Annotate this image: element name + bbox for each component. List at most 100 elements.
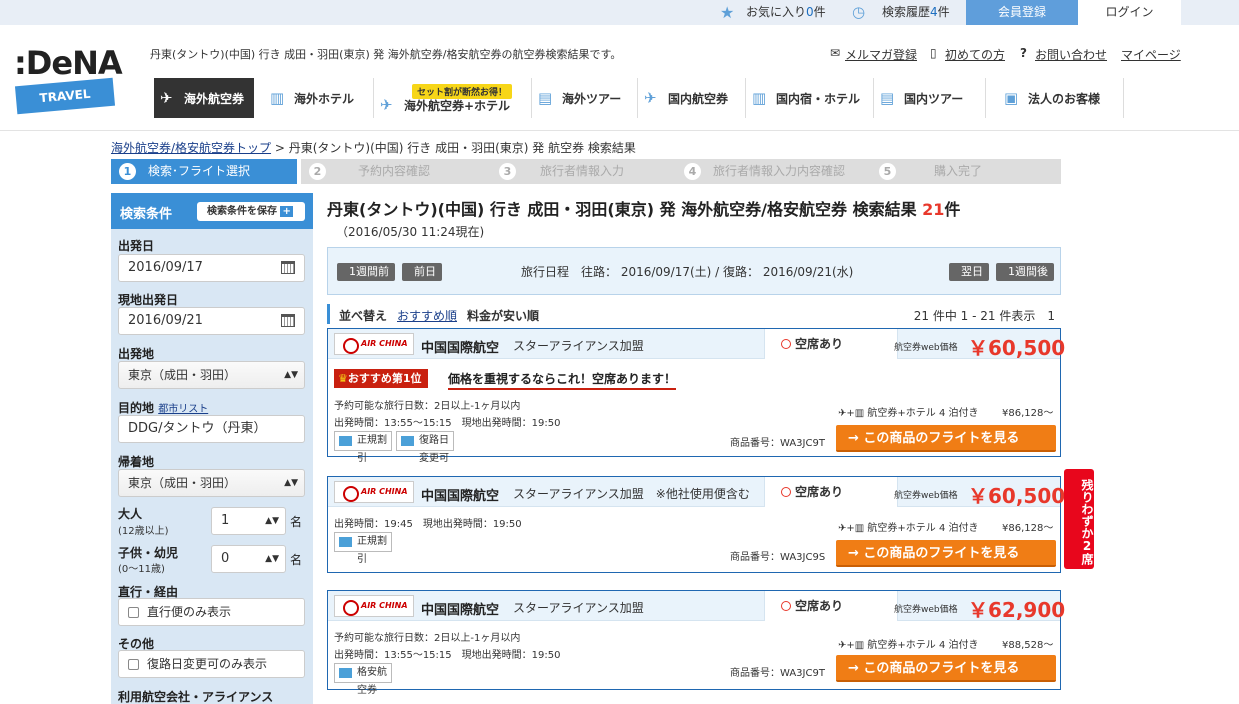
step-3: 3 旅行者情報入力 xyxy=(491,159,676,184)
step-label: 購入完了 xyxy=(934,164,983,178)
step-4: 4 旅行者情報入力内容確認 xyxy=(676,159,871,184)
price-value: ￥60,500 xyxy=(968,484,1066,508)
sort-price-option[interactable]: 料金が安い順 xyxy=(467,307,539,324)
nav-label: 法人のお客様 xyxy=(1028,91,1101,106)
checkbox[interactable] xyxy=(128,607,139,618)
child-age-note: (0〜11歳) xyxy=(118,564,165,575)
result-card: AIR CHINA 中国国際航空 スターアライアンス加盟 空席あり 航空券web… xyxy=(327,590,1065,696)
breadcrumb: 海外航空券/格安航空券トップ > 丹東(タントウ)(中国) 行き 成田・羽田(東… xyxy=(111,139,636,156)
mail-icon: ✉ xyxy=(830,46,841,60)
dena-travel-logo[interactable]: :DeNA TRAVEL xyxy=(14,46,123,118)
departure-time-info: 出発時間：19:45 現地出発時間：19:50 xyxy=(334,519,522,530)
direct-only-checkbox[interactable]: 直行便のみ表示 xyxy=(118,598,305,626)
nav-overseas-flights[interactable]: ✈ 海外航空券 xyxy=(154,78,254,118)
step-1: 1 検索･フライト選択 xyxy=(111,159,297,184)
view-flight-button[interactable]: → この商品のフライトを見る xyxy=(836,425,1056,452)
city-list-link[interactable]: 都市リスト xyxy=(158,404,208,415)
adult-count-value: 1 xyxy=(221,513,230,528)
available-circle-icon xyxy=(781,601,791,611)
adult-age-note: (12歳以上) xyxy=(118,526,169,537)
paging-info: 21 件中 1 - 21 件表示 1 xyxy=(913,309,1055,323)
price-label: 航空券web価格 xyxy=(894,343,958,353)
step-number: 1 xyxy=(119,163,136,180)
return-value: 東京（成田・羽田） xyxy=(128,476,237,490)
suitcase-icon: ▤ xyxy=(880,89,895,107)
next-week-button[interactable]: 1週間後 xyxy=(996,263,1054,281)
rank-badge: ♛おすすめ第1位 xyxy=(334,369,428,388)
favorites-link[interactable]: お気に入り0件 xyxy=(746,0,826,25)
mypage-link[interactable]: マイページ xyxy=(1121,46,1181,63)
nav-domestic-tours[interactable]: ▤ 国内ツアー xyxy=(874,78,986,118)
origin-label: 出発地 xyxy=(118,347,155,361)
result-card: AIR CHINA 中国国際航空 スターアライアンス加盟 空席あり 航空券web… xyxy=(327,328,1065,464)
local-date-label: 現地出発日 xyxy=(118,293,179,307)
star-icon: ★ xyxy=(720,3,735,22)
destination-input[interactable]: DDG/タントウ（丹東） xyxy=(118,415,305,443)
nav-label: 国内航空券 xyxy=(668,91,729,106)
contact-link[interactable]: お問い合わせ xyxy=(1035,46,1107,63)
plus-icon: + xyxy=(280,206,293,217)
select-arrows-icon: ▲▼ xyxy=(284,478,298,488)
step-label: 旅行者情報入力内容確認 xyxy=(713,164,846,178)
history-link[interactable]: 検索履歴4件 xyxy=(882,0,950,25)
sort-bar: 並べ替え おすすめ順 料金が安い順 21 件中 1 - 21 件表示 1 xyxy=(327,304,1061,324)
save-conditions-button[interactable]: 検索条件を保存 + xyxy=(197,202,305,221)
origin-select[interactable]: 東京（成田・羽田） ▲▼ xyxy=(118,361,305,389)
nav-domestic-flights[interactable]: ✈ 国内航空券 xyxy=(638,78,746,118)
seat-status: 空席あり xyxy=(764,329,898,359)
package-text: 航空券+ホテル 4 泊付き xyxy=(867,408,979,419)
return-select[interactable]: 東京（成田・羽田） ▲▼ xyxy=(118,469,305,497)
nav-overseas-tours[interactable]: ▤ 海外ツアー xyxy=(532,78,638,118)
calendar-icon[interactable] xyxy=(281,261,295,274)
header-description: 丹東(タントウ)(中国) 行き 成田・羽田(東京) 発 海外航空券/格安航空券の… xyxy=(150,48,622,61)
first-time-link[interactable]: 初めての方 xyxy=(945,46,1005,63)
stepper-arrows-icon[interactable]: ▲▼ xyxy=(265,546,279,572)
stepper-arrows-icon[interactable]: ▲▼ xyxy=(265,508,279,534)
history-unit: 件 xyxy=(937,5,950,19)
booking-steps: 1 検索･フライト選択 2 予約内容確認 3 旅行者情報入力 4 旅行者情報入力内容確認… xyxy=(111,159,1061,184)
newsletter-link[interactable]: メルマガ登録 xyxy=(845,46,917,63)
package-price: ¥86,128〜 xyxy=(1002,408,1054,419)
sort-recommend-link[interactable]: おすすめ順 xyxy=(397,307,457,324)
nav-label: 国内宿・ホテル xyxy=(776,91,861,106)
register-button[interactable]: 会員登録 xyxy=(966,0,1078,25)
local-date-input[interactable]: 2016/09/21 xyxy=(118,307,305,335)
step-number: 5 xyxy=(879,163,896,180)
timestamp: （2016/05/30 11:24現在) xyxy=(336,225,485,239)
step-number: 3 xyxy=(499,163,516,180)
plane-hotel-icon: ✈+▥ xyxy=(838,408,868,419)
destination-label-text: 目的地 xyxy=(118,401,155,415)
step-label: 旅行者情報入力 xyxy=(540,164,625,178)
top-utility-bar: ★ お気に入り0件 ◷ 検索履歴4件 会員登録 ログイン xyxy=(0,0,1239,25)
result-card: AIR CHINA 中国国際航空 スターアライアンス加盟 ※他社使用便含む 空席… xyxy=(327,476,1065,573)
few-seats-left-tag: 残りわずか2席 xyxy=(1064,469,1094,569)
prev-week-button[interactable]: 1週間前 xyxy=(337,263,395,281)
prev-day-button[interactable]: 前日 xyxy=(402,263,442,281)
seat-status: 空席あり xyxy=(764,591,898,621)
adult-count-stepper[interactable]: 1 ▲▼ xyxy=(211,507,286,535)
nav-label: 国内ツアー xyxy=(904,91,964,106)
return-change-checkbox[interactable]: 復路日変更可のみ表示 xyxy=(118,650,305,678)
view-flight-button[interactable]: → この商品のフライトを見る xyxy=(836,540,1056,567)
checkbox[interactable] xyxy=(128,659,139,670)
package-info: ✈+▥ 航空券+ホテル 4 泊付き xyxy=(838,404,979,419)
nav-domestic-hotels[interactable]: ▥ 国内宿・ホテル xyxy=(746,78,874,118)
package-info: ✈+▥ 航空券+ホテル 4 泊付き xyxy=(838,636,979,651)
header-divider xyxy=(0,130,1239,131)
nav-label: 海外航空券 xyxy=(184,91,245,106)
nav-corporate[interactable]: ▣ 法人のお客様 xyxy=(986,78,1124,118)
return-label: 帰着地 xyxy=(118,455,155,469)
calendar-icon[interactable] xyxy=(281,314,295,327)
nav-overseas-hotels[interactable]: ▥ 海外ホテル xyxy=(264,78,374,118)
breadcrumb-top-link[interactable]: 海外航空券/格安航空券トップ xyxy=(111,141,271,155)
regular-discount-tag: 正規割引 xyxy=(334,532,392,565)
login-button[interactable]: ログイン xyxy=(1078,0,1181,25)
child-count-stepper[interactable]: 0 ▲▼ xyxy=(211,545,286,573)
breadcrumb-current: > 丹東(タントウ)(中国) 行き 成田・羽田(東京) 発 航空券 検索結果 xyxy=(271,141,636,155)
nav-label: 海外ツアー xyxy=(562,91,622,106)
nav-label: 海外航空券+ホテル xyxy=(404,98,511,113)
date-navigation-bar: 1週間前 前日 旅行日程 往路： 2016/09/17(土) / 復路： 201… xyxy=(327,247,1061,295)
view-flight-button[interactable]: → この商品のフライトを見る xyxy=(836,655,1056,682)
departure-date-input[interactable]: 2016/09/17 xyxy=(118,254,305,282)
next-day-button[interactable]: 翌日 xyxy=(949,263,989,281)
